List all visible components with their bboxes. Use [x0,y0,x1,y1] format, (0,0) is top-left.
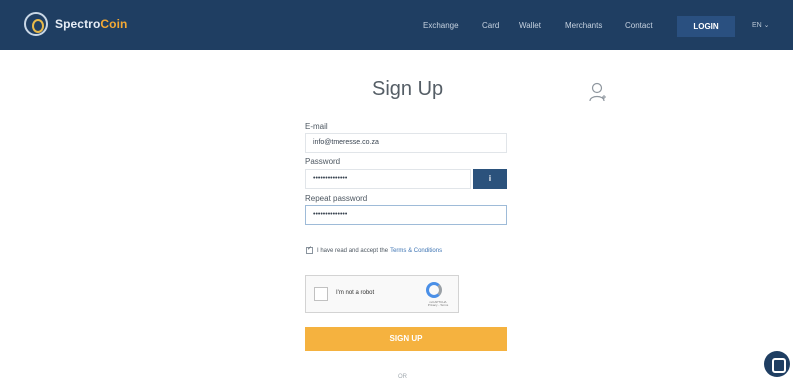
repeat-password-field[interactable]: •••••••••••••• [305,205,507,225]
recaptcha-checkbox[interactable] [314,287,328,301]
login-button[interactable]: LOGIN [677,16,735,37]
brand-name: SpectroCoin [55,17,127,31]
language-selector[interactable]: EN ⌄ [752,21,770,29]
recaptcha-label: I'm not a robot [336,290,375,296]
page-title: Sign Up [372,78,444,100]
nav-exchange[interactable]: Exchange [423,21,459,30]
or-divider: OR [398,374,407,380]
recaptcha-brand: reCAPTCHA Privacy - Terms [421,301,455,307]
brand-name-second: Coin [100,17,128,31]
terms-link[interactable]: Terms & Conditions [390,248,442,254]
password-label: Password [305,157,341,166]
brand-logo[interactable]: SpectroCoin [24,12,127,36]
chat-icon[interactable] [764,351,790,377]
nav-wallet[interactable]: Wallet [519,21,541,30]
password-field[interactable]: •••••••••••••• [305,169,471,189]
nav-card[interactable]: Card [482,21,499,30]
email-label: E-mail [305,122,328,131]
nav-merchants[interactable]: Merchants [565,21,602,30]
recaptcha-widget: I'm not a robot reCAPTCHA Privacy - Term… [305,275,459,313]
repeat-password-label: Repeat password [305,194,368,203]
email-field[interactable]: info@tmeresse.co.za [305,133,507,153]
terms-text: I have read and accept the [317,247,389,254]
spectrocoin-logo-icon [24,12,48,36]
terms-row: I have read and accept the Terms & Condi… [306,245,442,254]
brand-name-first: Spectro [55,17,101,31]
terms-checkbox[interactable] [306,245,313,254]
top-navbar: SpectroCoin Exchange Card Wallet Merchan… [0,0,793,50]
password-info-button[interactable]: i [473,169,507,189]
user-icon [589,82,606,102]
recaptcha-terms-text[interactable]: Privacy - Terms [421,304,455,307]
nav-contact[interactable]: Contact [625,21,653,30]
recaptcha-logo-icon [426,282,442,298]
sign-up-button[interactable]: SIGN UP [305,327,507,351]
